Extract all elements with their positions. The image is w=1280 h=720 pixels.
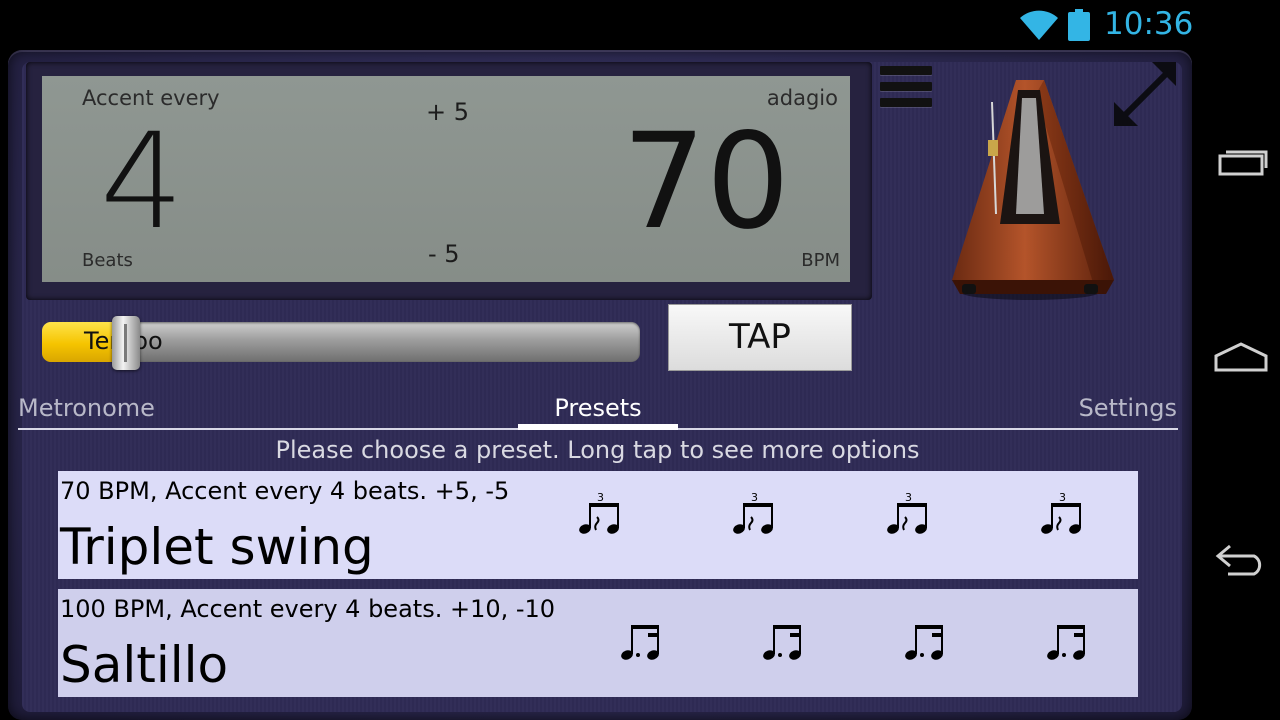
tab-metronome[interactable]: Metronome: [18, 394, 155, 422]
beats-value[interactable]: 4: [100, 112, 184, 252]
dotted-eighth-sixteenth-note-icon: [905, 625, 943, 660]
tab-selected-indicator: [518, 424, 678, 430]
dotted-eighth-sixteenth-note-icon: [1047, 625, 1085, 660]
svg-text:3: 3: [905, 491, 912, 504]
svg-text:3: 3: [597, 491, 604, 504]
expand-arrows-icon[interactable]: [1108, 56, 1184, 132]
preset-description: 100 BPM, Accent every 4 beats. +10, -10: [60, 595, 556, 623]
recent-apps-icon[interactable]: [1210, 136, 1272, 186]
tab-settings[interactable]: Settings: [1079, 394, 1177, 422]
tempo-display: Accent every adagio 4 + 5 - 5 70 Beats B…: [42, 76, 850, 282]
hamburger-menu-icon[interactable]: [880, 66, 932, 116]
triplet-swing-note-icon: 3: [1041, 491, 1081, 534]
clock: 10:36: [1104, 6, 1194, 42]
battery-icon: [1068, 9, 1090, 41]
back-icon[interactable]: [1210, 532, 1272, 582]
bpm-label: BPM: [801, 250, 840, 271]
wifi-icon: [1020, 10, 1058, 40]
preset-item[interactable]: 70 BPM, Accent every 4 beats. +5, -5 Tri…: [58, 471, 1138, 579]
tab-presets[interactable]: Presets: [518, 394, 678, 422]
preset-name: Saltillo: [60, 636, 229, 694]
tempo-increase-button[interactable]: + 5: [426, 98, 469, 126]
bpm-value[interactable]: 70: [622, 112, 790, 252]
preset-hint: Please choose a preset. Long tap to see …: [275, 436, 920, 464]
svg-text:3: 3: [751, 491, 758, 504]
preset-name: Triplet swing: [60, 518, 374, 576]
preset-item[interactable]: 100 BPM, Accent every 4 beats. +10, -10 …: [58, 589, 1138, 697]
dotted-eighth-sixteenth-note-icon: [621, 625, 659, 660]
metronome-image[interactable]: [944, 74, 1116, 306]
tempo-slider-handle[interactable]: [111, 316, 140, 370]
beats-label: Beats: [82, 250, 133, 271]
status-bar: 10:36: [0, 0, 1200, 50]
triplet-swing-note-icon: 3: [733, 491, 773, 534]
triplet-swing-note-icon: 3: [887, 491, 927, 534]
svg-text:3: 3: [1059, 491, 1066, 504]
dotted-eighth-sixteenth-note-icon: [763, 625, 801, 660]
navigation-bar: [1200, 0, 1280, 720]
home-icon[interactable]: [1210, 334, 1272, 384]
preset-description: 70 BPM, Accent every 4 beats. +5, -5: [60, 477, 510, 505]
tempo-decrease-button[interactable]: - 5: [428, 240, 460, 268]
triplet-swing-note-icon: 3: [579, 491, 619, 534]
tap-button[interactable]: TAP: [668, 304, 852, 371]
